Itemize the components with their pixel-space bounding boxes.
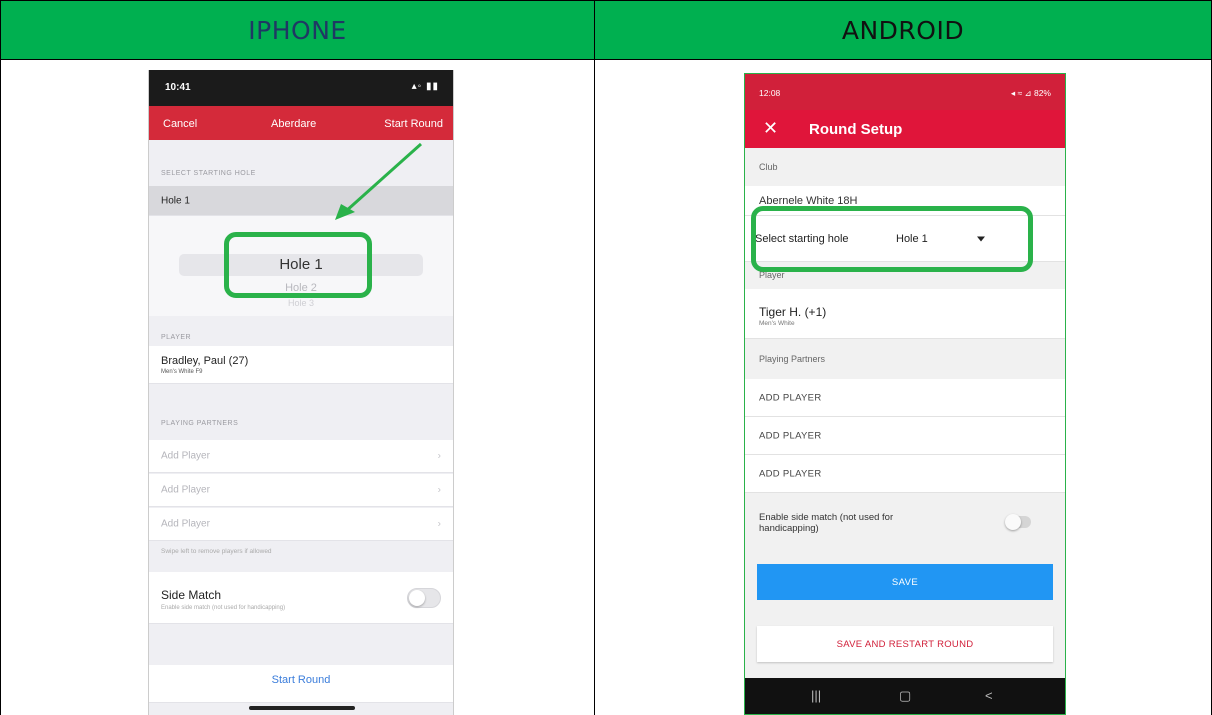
add-player-label: Add Player bbox=[161, 484, 210, 496]
status-icons: ◂ ≈ ⊿ 82% bbox=[1010, 88, 1051, 98]
picker-option[interactable]: Hole 3 bbox=[149, 298, 453, 308]
back-icon[interactable]: < bbox=[985, 688, 993, 703]
side-match-label: Enable side match (not used for handicap… bbox=[759, 512, 894, 534]
add-player-label: Add Player bbox=[161, 518, 210, 530]
side-match-toggle[interactable] bbox=[407, 588, 441, 608]
nav-title: Aberdare bbox=[271, 118, 317, 130]
close-icon[interactable]: ✕ bbox=[763, 118, 778, 139]
chevron-right-icon: › bbox=[437, 518, 441, 530]
start-round-button[interactable]: Start Round bbox=[384, 118, 443, 130]
player-row[interactable]: Bradley, Paul (27) Men's White F9 bbox=[149, 346, 453, 384]
player-row[interactable]: Tiger H. (+1) Men's White bbox=[745, 289, 1065, 339]
ios-status-bar: 10:41 ▴◦ ▮▮ bbox=[149, 70, 453, 106]
player-tee: Men's White F9 bbox=[161, 369, 203, 375]
cancel-button[interactable]: Cancel bbox=[163, 118, 197, 130]
header-iphone: IPHONE bbox=[0, 0, 595, 60]
highlight-box bbox=[751, 206, 1033, 272]
android-nav-bar: ||| ▢ < bbox=[745, 678, 1065, 714]
table-border-left bbox=[0, 60, 1, 715]
section-playing-partners: PLAYING PARTNERS bbox=[161, 420, 239, 427]
side-match-title: Side Match bbox=[161, 588, 222, 602]
start-round-row[interactable]: Start Round bbox=[149, 665, 453, 703]
add-player-label: ADD PLAYER bbox=[759, 430, 822, 441]
section-select-starting-hole: SELECT STARTING HOLE bbox=[161, 170, 256, 177]
save-and-restart-button[interactable]: SAVE AND RESTART ROUND bbox=[757, 626, 1053, 662]
section-player: PLAYER bbox=[161, 334, 192, 341]
selected-hole-label: Hole 1 bbox=[161, 195, 190, 206]
save-button[interactable]: SAVE bbox=[757, 564, 1053, 600]
side-match-subtitle: Enable side match (not used for handicap… bbox=[161, 605, 286, 611]
add-player-label: Add Player bbox=[161, 450, 210, 462]
app-bar-title: Round Setup bbox=[809, 121, 903, 138]
player-name: Tiger H. (+1) bbox=[759, 305, 827, 319]
swipe-hint: Swipe left to remove players if allowed bbox=[161, 548, 272, 555]
pointer-arrow-icon bbox=[335, 142, 423, 220]
player-name: Bradley, Paul (27) bbox=[161, 355, 249, 367]
android-status-bar: 12:08 ◂ ≈ ⊿ 82% bbox=[745, 74, 1065, 110]
add-player-row[interactable]: ADD PLAYER bbox=[745, 379, 1065, 417]
section-club: Club bbox=[745, 148, 1065, 186]
home-indicator[interactable] bbox=[249, 706, 355, 710]
status-time: 12:08 bbox=[759, 88, 781, 98]
club-value: Abernele White 18H bbox=[759, 194, 858, 207]
chevron-right-icon: › bbox=[437, 450, 441, 462]
side-match-switch[interactable] bbox=[1005, 514, 1031, 530]
side-match-row: Enable side match (not used for handicap… bbox=[745, 493, 1065, 553]
highlight-box bbox=[224, 232, 372, 298]
add-player-label: ADD PLAYER bbox=[759, 392, 822, 403]
recents-icon[interactable]: ||| bbox=[811, 688, 821, 703]
home-icon[interactable]: ▢ bbox=[899, 688, 911, 704]
add-player-row[interactable]: ADD PLAYER bbox=[745, 455, 1065, 493]
side-match-row: Side Match Enable side match (not used f… bbox=[149, 572, 453, 624]
start-round-bottom-button[interactable]: Start Round bbox=[149, 674, 453, 686]
add-player-row[interactable]: Add Player › bbox=[149, 440, 453, 473]
android-screenshot: 12:08 ◂ ≈ ⊿ 82% ✕ Round Setup Club Abern… bbox=[744, 73, 1066, 715]
android-app-bar: ✕ Round Setup bbox=[745, 110, 1065, 148]
status-icons: ▴◦ ▮▮ bbox=[411, 81, 439, 92]
ios-nav-bar: Cancel Aberdare Start Round bbox=[149, 106, 453, 140]
add-player-row[interactable]: ADD PLAYER bbox=[745, 417, 1065, 455]
add-player-row[interactable]: Add Player › bbox=[149, 508, 453, 541]
add-player-row[interactable]: Add Player › bbox=[149, 474, 453, 507]
header-android: ANDROID bbox=[594, 0, 1212, 60]
iphone-screenshot: 10:41 ▴◦ ▮▮ Cancel Aberdare Start Round … bbox=[148, 70, 454, 715]
table-border-middle bbox=[594, 60, 595, 715]
add-player-label: ADD PLAYER bbox=[759, 468, 822, 479]
player-tee: Men's White bbox=[759, 320, 795, 327]
chevron-right-icon: › bbox=[437, 484, 441, 496]
status-time: 10:41 bbox=[165, 82, 191, 93]
section-playing-partners: Playing Partners bbox=[745, 339, 1065, 379]
